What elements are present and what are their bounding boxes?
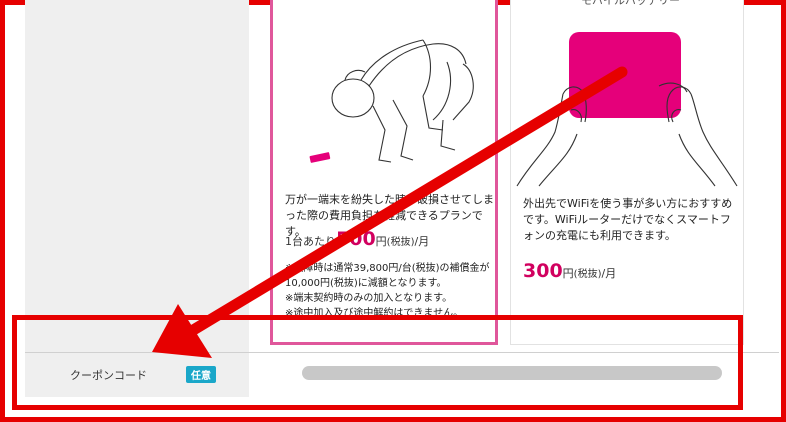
annotation-arrow — [152, 66, 628, 358]
